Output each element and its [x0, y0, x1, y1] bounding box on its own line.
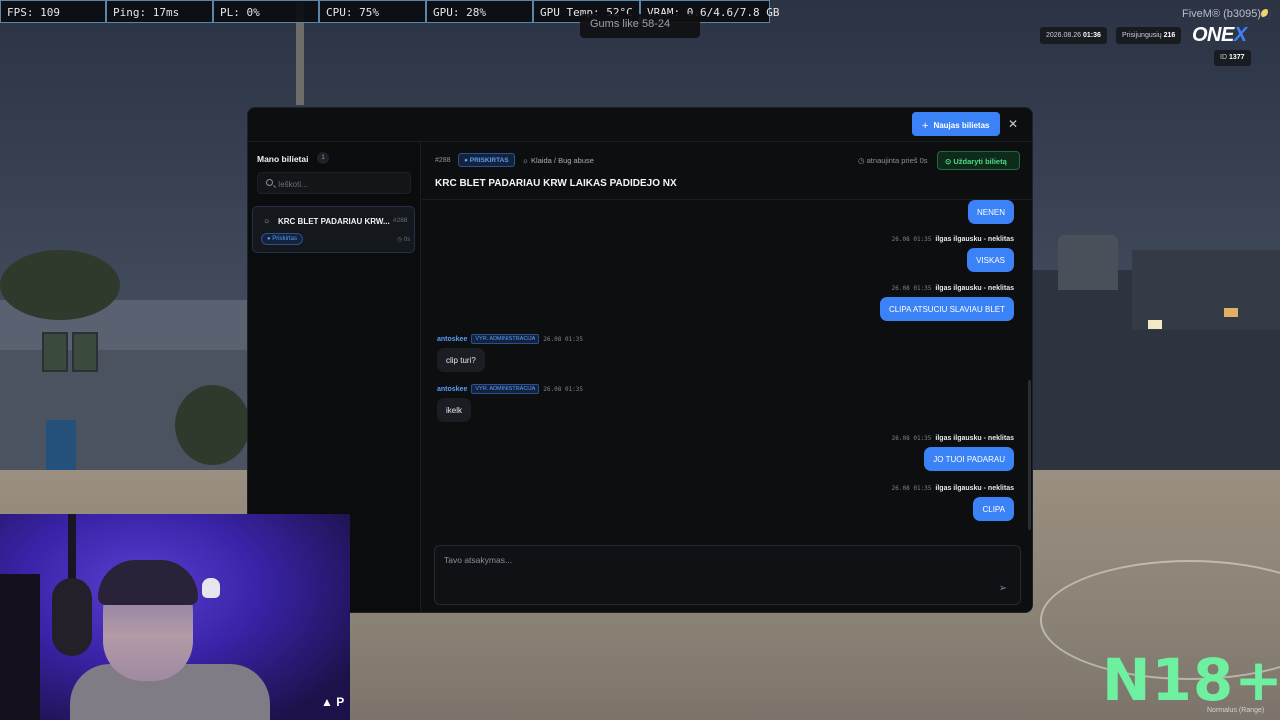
search-input[interactable]: [278, 177, 406, 191]
building-window: [72, 332, 98, 372]
background-building-right: [1032, 250, 1280, 470]
ticket-updated: ◷ atnaujinta prieš 0s: [858, 156, 928, 165]
message-meta: 26.08 01:35 ilgas ilgausku - neklitas: [891, 435, 1014, 442]
logo-main: ONE: [1192, 24, 1234, 46]
time-text: 01:36: [1083, 32, 1101, 39]
message-bubble-own: CLIPA: [973, 497, 1014, 521]
building-light: [1148, 320, 1162, 329]
packet-loss-stat: PL: 0%: [213, 0, 319, 23]
ticket-item-number: #288: [393, 217, 408, 224]
message-bubble-own: VISKAS: [967, 248, 1014, 272]
message-bubble-other: ikelk: [437, 398, 472, 422]
ticket-number: #288: [435, 157, 451, 164]
ticket-title: KRC BLET PADARIAU KRW LAIKAS PADIDEJO NX: [435, 178, 677, 189]
ticket-category: ☼ Klaida / Bug abuse: [522, 156, 594, 165]
background-tree: [0, 250, 120, 320]
building-light: [1224, 308, 1238, 317]
message-bubble-own: NENEN: [967, 200, 1014, 224]
search-icon: [266, 179, 273, 186]
skull-figure: [202, 578, 220, 598]
modal-header: + Naujas bilietas ✕: [248, 108, 1032, 142]
sidebar-title: Mano bilietai: [257, 154, 309, 164]
message-meta: antoskee VYR. ADMINISTRACIJA 26.08 01:35: [437, 334, 584, 344]
online-count: 216: [1163, 32, 1176, 39]
id-value: 1377: [1228, 54, 1245, 61]
reply-box: ➢: [434, 545, 1021, 605]
fivem-build-label: FiveM® (b3095): [1182, 8, 1262, 20]
notification-pill: Gums like 58-24: [580, 14, 700, 38]
ticket-item-status: ● Priskirtas: [261, 233, 303, 245]
microphone: [52, 578, 92, 656]
fps-stat: FPS: 109: [0, 0, 106, 23]
building-upper: [1132, 250, 1280, 330]
id-label: ID: [1220, 54, 1227, 61]
ticket-status-badge: ● PRISKIRTAS: [458, 153, 515, 167]
send-icon[interactable]: ➢: [996, 583, 1010, 597]
check-circle-icon: ⊙: [945, 157, 952, 166]
tickets-modal: + Naujas bilietas ✕ Mano bilietai 1 ☼ KRC…: [247, 107, 1033, 613]
search-box: [257, 172, 411, 194]
ticket-list-item[interactable]: ☼ KRC BLET PADARIAU KRW... #288 ● Priski…: [252, 206, 415, 253]
plus-icon: +: [922, 120, 929, 132]
ticket-header: #288 ● PRISKIRTAS ☼ Klaida / Bug abuse ◷…: [422, 142, 1032, 200]
logo-accent: X: [1233, 24, 1247, 46]
close-modal-button[interactable]: ✕: [1006, 117, 1020, 131]
message-bubble-other: clip turi?: [437, 348, 485, 372]
ping-stat: Ping: 17ms: [106, 0, 213, 23]
online-count-pill: Prisijungusių 216: [1116, 27, 1182, 44]
message-bubble-own: JO TUOI PADARAU: [924, 447, 1014, 471]
streamer-cap: [98, 560, 198, 605]
close-ticket-button[interactable]: ⊙ Uždaryti bilietą: [937, 151, 1020, 170]
webcam-logo: ▲ P: [321, 695, 345, 709]
message-meta: 26.08 01:35 ilgas ilgausku - neklitas: [891, 485, 1014, 492]
date-text: 2026.08.26: [1046, 32, 1082, 39]
reply-input[interactable]: [444, 555, 984, 595]
mode-label: Normalus (Range): [1207, 707, 1265, 714]
water-tank: [1058, 235, 1118, 290]
ticket-count-badge: 1: [317, 152, 329, 164]
building-door: [46, 420, 76, 475]
chat-scrollbar[interactable]: [1028, 380, 1031, 530]
online-label: Prisijungusių: [1122, 32, 1162, 39]
age-rating-logo: N18+: [1102, 646, 1280, 714]
message-meta: 26.08 01:35 ilgas ilgausku - neklitas: [891, 236, 1014, 243]
message-meta: antoskee VYR. ADMINISTRACIJA 26.08 01:35: [437, 384, 584, 394]
player-id-pill: ID 1377: [1214, 50, 1251, 66]
new-ticket-label: Naujas bilietas: [933, 121, 990, 130]
gpu-stat: GPU: 28%: [426, 0, 533, 23]
bug-icon: ☼: [263, 216, 271, 225]
monitor-shape: [0, 574, 40, 720]
new-ticket-button[interactable]: + Naujas bilietas: [912, 112, 1000, 136]
message-meta: 26.08 01:35 ilgas ilgausku - neklitas: [891, 285, 1014, 292]
message-bubble-own: CLIPA ATSUCIU SLAVIAU BLET: [879, 297, 1014, 321]
ticket-item-title: KRC BLET PADARIAU KRW...: [278, 217, 390, 226]
background-tree: [175, 385, 250, 465]
server-logo: ONEX: [1192, 24, 1247, 47]
date-time-pill: 2026.08.26 01:36: [1040, 27, 1107, 44]
moon-icon: [1261, 9, 1271, 19]
building-window: [42, 332, 68, 372]
ticket-item-time: ◷ 0s: [397, 237, 411, 243]
chat-messages: NENEN 26.08 01:35 ilgas ilgausku - neklit…: [422, 200, 1032, 534]
cpu-stat: CPU: 75%: [319, 0, 426, 23]
webcam-overlay: [0, 514, 350, 720]
